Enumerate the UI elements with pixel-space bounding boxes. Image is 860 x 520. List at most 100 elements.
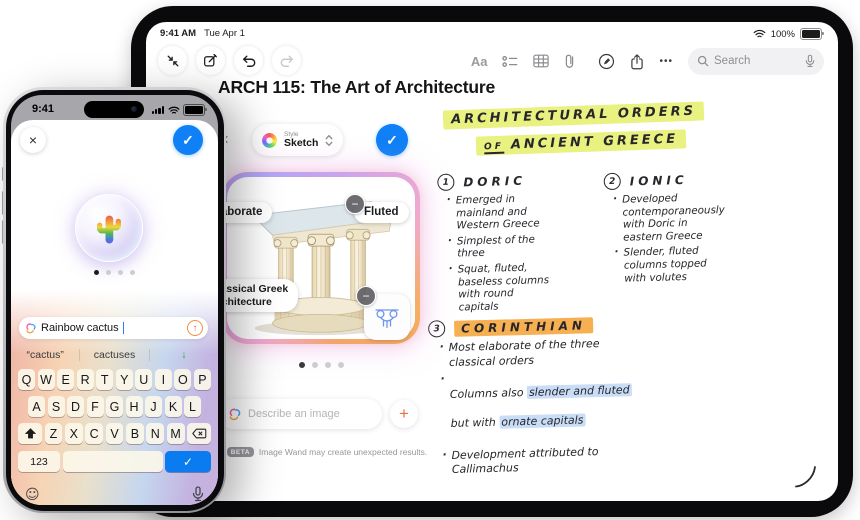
dictation-mic-button[interactable] <box>192 486 204 503</box>
key[interactable]: T <box>96 369 113 390</box>
key[interactable]: I <box>155 369 172 390</box>
shift-icon <box>24 427 37 440</box>
key[interactable]: W <box>38 369 55 390</box>
image-page-dots[interactable] <box>222 362 420 368</box>
note-title: ARCH 115: The Art of Architecture <box>218 77 495 98</box>
corinthian-bullet: Most elaborate of the three classical or… <box>449 333 775 370</box>
key[interactable]: V <box>106 423 124 444</box>
backspace-key[interactable] <box>187 423 211 444</box>
key[interactable]: F <box>87 396 104 417</box>
ipad-status-right: 100% <box>753 28 822 40</box>
key[interactable]: A <box>28 396 45 417</box>
key[interactable]: P <box>194 369 211 390</box>
key[interactable]: Z <box>45 423 63 444</box>
key[interactable]: H <box>126 396 143 417</box>
key[interactable]: U <box>135 369 152 390</box>
undo-button[interactable] <box>234 46 263 75</box>
share-icon <box>630 53 644 70</box>
remove-tag-fluted-button[interactable]: − <box>345 194 365 214</box>
wifi-icon <box>753 29 766 39</box>
ionic-section: 2 IONIC Developed contemporaneously with… <box>604 169 769 288</box>
markup-button[interactable] <box>598 53 615 70</box>
dictation-mic-icon[interactable] <box>805 54 815 69</box>
key[interactable]: Y <box>116 369 133 390</box>
add-suggestion-button[interactable]: + <box>390 400 418 428</box>
style-rainbow-icon <box>262 133 277 148</box>
suggestion-literal[interactable]: “cactus” <box>11 349 79 361</box>
key[interactable]: J <box>145 396 162 417</box>
suggestion-word[interactable]: cactuses <box>79 349 148 361</box>
key[interactable]: L <box>184 396 201 417</box>
shift-key[interactable] <box>18 423 42 444</box>
generated-cactus-image[interactable] <box>75 194 143 262</box>
table-icon <box>533 54 549 68</box>
playground-page-dots[interactable] <box>11 270 218 275</box>
accept-image-button[interactable]: ✓ <box>376 124 408 156</box>
ipad-time: 9:41 AM <box>160 28 196 39</box>
redo-button[interactable] <box>272 46 301 75</box>
emoji-keyboard-button[interactable]: ☺ <box>25 487 40 503</box>
key[interactable]: G <box>106 396 123 417</box>
corinthian-bullet: Columns also slender and fluted but with… <box>449 364 776 445</box>
search-placeholder: Search <box>714 55 750 67</box>
format-button[interactable]: Aa <box>471 54 488 69</box>
beta-text: Image Wand may create unexpected results… <box>259 447 427 457</box>
space-key[interactable] <box>63 451 163 472</box>
key[interactable]: Q <box>18 369 35 390</box>
beta-disclaimer: BETA Image Wand may create unexpected re… <box>202 447 452 457</box>
notes-heading-1: ARCHITECTURAL ORDERS <box>443 101 705 129</box>
key[interactable]: D <box>67 396 84 417</box>
key[interactable]: S <box>48 396 65 417</box>
send-prompt-button[interactable]: ↑ <box>187 320 203 336</box>
rainbow-cactus-graphic <box>90 208 128 248</box>
corinthian-section: 3 CORINTHIAN Most elaborate of the three… <box>428 312 777 481</box>
compose-button[interactable] <box>196 46 225 75</box>
suggestion-arrow[interactable]: ↓ <box>149 349 218 361</box>
image-playground-icon <box>227 407 242 422</box>
capital-sketch-icon <box>372 302 402 332</box>
keyboard-row-2: ASDFGHJKL <box>11 396 218 417</box>
keyboard-row-3-letters: ZXCVBNM <box>45 423 185 444</box>
ionic-bullet: Developed contemporaneously with Doric i… <box>622 190 767 244</box>
doric-number: 1 <box>437 174 454 191</box>
more-button[interactable]: ••• <box>659 56 673 67</box>
checklist-button[interactable] <box>502 55 518 68</box>
ionic-bullet: Slender, fluted columns topped with volu… <box>623 243 768 285</box>
share-button[interactable] <box>630 53 644 70</box>
table-button[interactable] <box>533 54 549 68</box>
ionic-number: 2 <box>604 173 621 190</box>
key[interactable]: E <box>57 369 74 390</box>
battery-percent: 100% <box>771 29 795 40</box>
style-value: Sketch <box>284 138 318 149</box>
pen-stroke-mark <box>794 465 818 491</box>
remove-reference-button[interactable]: − <box>356 286 376 306</box>
collapse-note-button[interactable] <box>158 46 187 75</box>
describe-image-field[interactable]: Describe an image <box>218 399 382 429</box>
key[interactable]: B <box>126 423 144 444</box>
attachment-button[interactable] <box>564 53 575 69</box>
ionic-title: IONIC <box>630 172 688 188</box>
key[interactable]: K <box>165 396 182 417</box>
keyboard-row-4: 123 ✓ <box>11 451 218 472</box>
playground-close-button[interactable]: × <box>20 127 46 153</box>
iphone-time: 9:41 <box>32 103 54 115</box>
undo-icon <box>241 54 257 68</box>
search-field[interactable]: Search <box>688 48 824 75</box>
key[interactable]: R <box>77 369 94 390</box>
style-picker[interactable]: StyleSketch <box>252 124 343 156</box>
image-playground-icon <box>24 322 37 335</box>
return-key[interactable]: ✓ <box>165 451 211 472</box>
key[interactable]: C <box>85 423 103 444</box>
key[interactable]: N <box>146 423 164 444</box>
doric-bullet: Simplest of the three <box>457 232 592 261</box>
key[interactable]: O <box>174 369 191 390</box>
numbers-key[interactable]: 123 <box>18 451 60 472</box>
text-cursor <box>123 322 125 334</box>
prompt-input[interactable]: Rainbow cactus ↑ <box>19 317 208 339</box>
ipad-device: 9:41 AMTue Apr 1 100% <box>131 6 853 517</box>
search-icon <box>697 55 709 67</box>
key[interactable]: X <box>65 423 83 444</box>
chevron-up-down-icon <box>325 134 333 147</box>
key[interactable]: M <box>167 423 185 444</box>
playground-done-button[interactable]: ✓ <box>173 125 203 155</box>
